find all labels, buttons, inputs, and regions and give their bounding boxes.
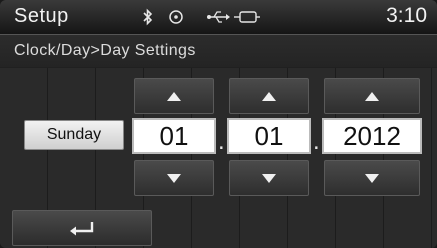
date-separator: . (313, 128, 320, 155)
up-arrow-icon (167, 91, 181, 101)
down-arrow-icon (167, 173, 181, 183)
down-arrow-icon (365, 173, 379, 183)
setup-screen: Setup 3:10 Clock/Day>Day Settings Sunday… (0, 0, 437, 248)
app-title: Setup (14, 5, 69, 27)
month-up-button[interactable] (134, 78, 214, 114)
day-of-week-button[interactable]: Sunday (24, 120, 124, 150)
usb-icon (207, 11, 230, 23)
back-button[interactable] (12, 210, 152, 246)
aux-icon (234, 11, 260, 23)
disc-icon (169, 10, 183, 24)
day-down-button[interactable] (229, 160, 309, 196)
day-field[interactable]: 01 (227, 118, 311, 154)
bluetooth-icon (143, 8, 153, 26)
year-up-button[interactable] (324, 78, 420, 114)
up-arrow-icon (262, 91, 276, 101)
back-arrow-icon (70, 222, 94, 236)
up-arrow-icon (365, 91, 379, 101)
day-up-button[interactable] (229, 78, 309, 114)
breadcrumb: Clock/Day>Day Settings (14, 42, 196, 59)
year-field[interactable]: 2012 (322, 118, 422, 154)
breadcrumb-bar: Clock/Day>Day Settings (0, 35, 437, 67)
month-down-button[interactable] (134, 160, 214, 196)
date-separator: . (218, 128, 225, 155)
down-arrow-icon (262, 173, 276, 183)
year-down-button[interactable] (324, 160, 420, 196)
clock: 3:10 (386, 4, 427, 27)
status-bar: Setup 3:10 (0, 0, 437, 35)
month-field[interactable]: 01 (132, 118, 216, 154)
